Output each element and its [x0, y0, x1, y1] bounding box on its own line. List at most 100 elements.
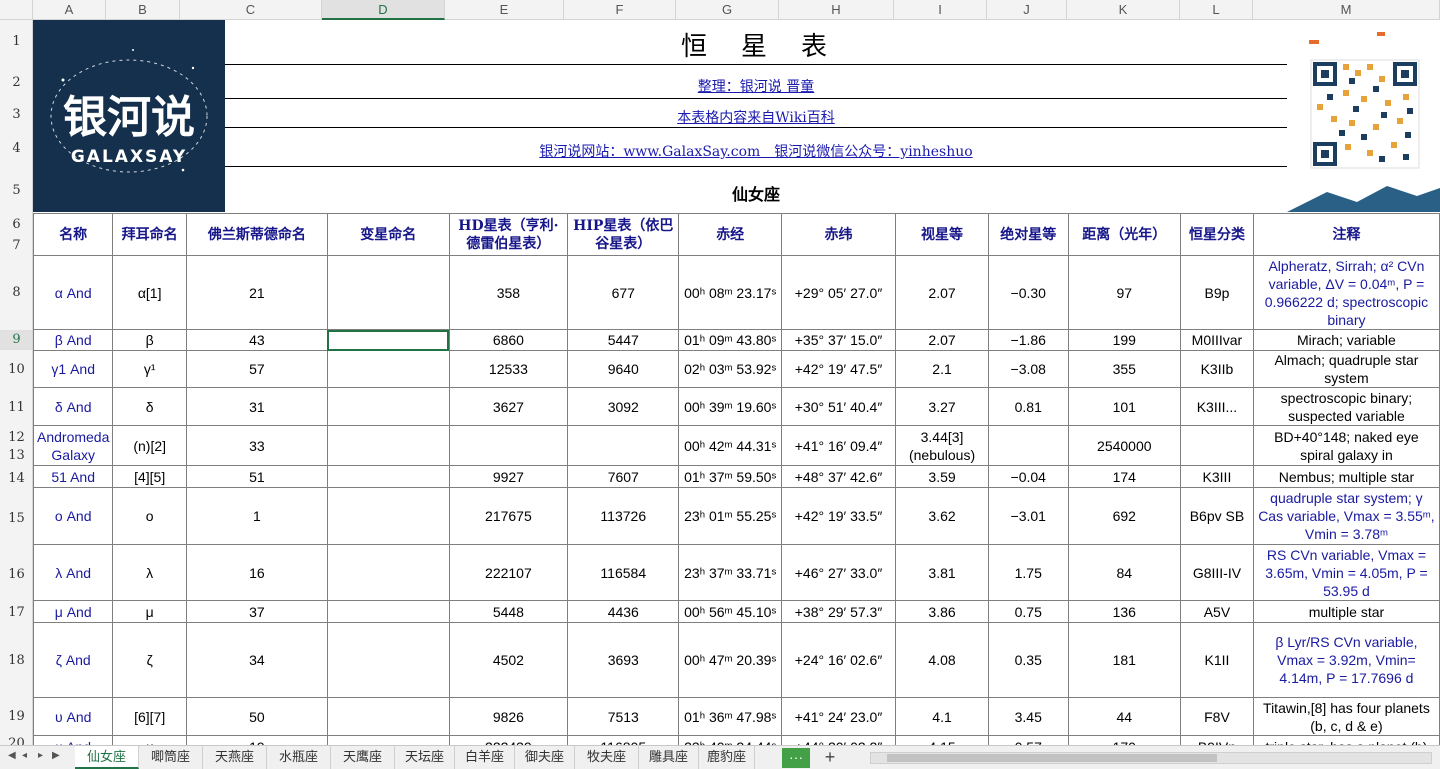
cell-hip[interactable]: 3693 — [567, 622, 680, 698]
row-header-19[interactable]: 19 — [0, 709, 32, 724]
cell-vmag[interactable]: 4.15 — [895, 735, 989, 745]
cell-dec[interactable]: +42° 19′ 33.5″ — [780, 487, 897, 545]
cell-ra[interactable]: 00ʰ 39ᵐ 19.60ˢ — [678, 387, 782, 426]
header-cell-class[interactable]: 恒星分类 — [1180, 213, 1254, 256]
cell-var[interactable] — [326, 387, 450, 426]
cell-dec[interactable]: +38° 29′ 57.3″ — [780, 600, 897, 623]
cell-cls[interactable]: K3III... — [1180, 387, 1254, 426]
cell-ra[interactable]: 01ʰ 37ᵐ 59.50ˢ — [678, 465, 782, 488]
cell-flam[interactable]: 1 — [185, 487, 328, 545]
cell-hip[interactable]: 7513 — [567, 697, 680, 736]
cell-hip[interactable]: 3092 — [567, 387, 680, 426]
row-header-4[interactable]: 4 — [0, 141, 32, 156]
cell-var[interactable] — [326, 622, 450, 698]
sheet-tab[interactable]: 鹿豹座 — [699, 746, 755, 769]
header-cell-vmag[interactable]: 视星等 — [895, 213, 989, 256]
cell-vmag[interactable]: 2.1 — [895, 350, 989, 388]
cell-hd[interactable]: 358 — [448, 255, 569, 330]
cell-hip[interactable]: 7607 — [567, 465, 680, 488]
sheet-tab[interactable]: 天坛座 — [395, 746, 455, 769]
cell-dec[interactable]: +44° 20′ 02.2″ — [780, 735, 897, 745]
sheet-tab[interactable]: 雕具座 — [639, 746, 699, 769]
header-cell-name[interactable]: 名称 — [33, 213, 114, 256]
cell-bayer[interactable]: ο — [112, 487, 187, 545]
cell-hd[interactable]: 222107 — [448, 544, 569, 601]
cell-amag[interactable]: 3.45 — [987, 697, 1069, 736]
cell-var[interactable] — [326, 425, 450, 466]
row-header-9[interactable]: 9 — [0, 330, 32, 350]
website-link[interactable]: 银河说网站：www.GalaxSay.com 银河说微信公众号：yinheshu… — [539, 144, 972, 160]
scrollbar-thumb[interactable] — [887, 754, 1217, 762]
cell-hip[interactable] — [567, 425, 680, 466]
cell-var[interactable] — [326, 697, 450, 736]
cell-ra[interactable]: 00ʰ 56ᵐ 45.10ˢ — [678, 600, 782, 623]
cell-amag[interactable]: 0.81 — [987, 387, 1069, 426]
cell-amag[interactable] — [987, 425, 1069, 466]
cell-bayer[interactable]: α[1] — [112, 255, 187, 330]
cell-bayer[interactable]: β — [112, 329, 187, 351]
cell-var[interactable] — [326, 255, 450, 330]
row-header-17[interactable]: 17 — [0, 605, 32, 620]
cell-ra[interactable]: 00ʰ 08ᵐ 23.17ˢ — [678, 255, 782, 330]
cell-cls[interactable]: B9p — [1180, 255, 1254, 330]
cell-hip[interactable]: 9640 — [567, 350, 680, 388]
col-header-J[interactable]: J — [987, 0, 1067, 20]
cell-note[interactable]: spectroscopic binary; suspected variable — [1252, 387, 1440, 426]
row-header-7[interactable]: 7 — [0, 238, 32, 253]
cell-cls[interactable]: K3IIb — [1180, 350, 1254, 388]
cell-name[interactable]: β And — [33, 329, 114, 351]
cell-ra[interactable]: 01ʰ 09ᵐ 43.80ˢ — [678, 329, 782, 351]
cell-dist[interactable]: 170 — [1067, 735, 1182, 745]
cell-flam[interactable]: 21 — [185, 255, 328, 330]
sheet-grid[interactable]: 银河说 GALAXSAY 恒 星 表 整理：银河说 晋童 本表格内容来自Wiki… — [33, 20, 1440, 745]
cell-hip[interactable]: 116584 — [567, 544, 680, 601]
cell-cls[interactable]: B6pv SB — [1180, 487, 1254, 545]
cell-vmag[interactable]: 3.62 — [895, 487, 989, 545]
row-header-8[interactable]: 8 — [0, 285, 32, 300]
cell-dist[interactable]: 2540000 — [1067, 425, 1182, 466]
header-cell-amag[interactable]: 绝对星等 — [987, 213, 1069, 256]
cell-dist[interactable]: 174 — [1067, 465, 1182, 488]
cell-hd[interactable] — [448, 425, 569, 466]
cell-note[interactable]: Mirach; variable — [1252, 329, 1440, 351]
cell-name[interactable]: ζ And — [33, 622, 114, 698]
next-sheet-icon[interactable]: ▸ — [38, 750, 43, 761]
sheet-tab[interactable]: 白羊座 — [455, 746, 515, 769]
col-header-E[interactable]: E — [445, 0, 564, 20]
row-header-5[interactable]: 5 — [0, 183, 32, 198]
header-cell-hd[interactable]: HD星表（亨利·德雷伯星表） — [448, 213, 569, 256]
cell-hip[interactable]: 4436 — [567, 600, 680, 623]
cell-ra[interactable]: 01ʰ 36ᵐ 47.98ˢ — [678, 697, 782, 736]
col-header-D[interactable]: D — [322, 0, 445, 20]
cell-note[interactable]: β Lyr/RS CVn variable, Vmax = 3.92m, Vmi… — [1252, 622, 1440, 698]
cell-dec[interactable]: +41° 16′ 09.4″ — [780, 425, 897, 466]
row-header-2[interactable]: 2 — [0, 75, 32, 90]
row-header-18[interactable]: 18 — [0, 653, 32, 668]
cell-ra[interactable]: 00ʰ 42ᵐ 44.31ˢ — [678, 425, 782, 466]
cell-flam[interactable]: 33 — [185, 425, 328, 466]
cell-cls[interactable]: G8III-IV — [1180, 544, 1254, 601]
cell-hd[interactable]: 9826 — [448, 697, 569, 736]
cell-name[interactable]: α And — [33, 255, 114, 330]
cell-note[interactable]: RS CVn variable, Vmax = 3.65m, Vmin = 4.… — [1252, 544, 1440, 601]
cell-amag[interactable]: 1.75 — [987, 544, 1069, 601]
cell-dist[interactable]: 199 — [1067, 329, 1182, 351]
cell-hd[interactable]: 9927 — [448, 465, 569, 488]
header-cell-distance[interactable]: 距离（光年） — [1067, 213, 1182, 256]
header-cell-variable[interactable]: 变星命名 — [326, 213, 450, 256]
col-header-A[interactable]: A — [33, 0, 106, 20]
cell-dec[interactable]: +46° 27′ 33.0″ — [780, 544, 897, 601]
col-header-B[interactable]: B — [106, 0, 180, 20]
cell-hd[interactable]: 12533 — [448, 350, 569, 388]
sheet-tab[interactable]: 天燕座 — [203, 746, 267, 769]
row-header-13[interactable]: 13 — [0, 448, 32, 463]
row-header-12[interactable]: 12 — [0, 430, 32, 445]
cell-hd[interactable]: 4502 — [448, 622, 569, 698]
cell-vmag[interactable]: 3.44[3] (nebulous) — [895, 425, 989, 466]
cell-bayer[interactable]: [6][7] — [112, 697, 187, 736]
cell-hip[interactable]: 5447 — [567, 329, 680, 351]
cell-hd[interactable]: 217675 — [448, 487, 569, 545]
cell-cls[interactable]: B9IVn — [1180, 735, 1254, 745]
cell-note[interactable]: Almach; quadruple star system — [1252, 350, 1440, 388]
sheet-tab[interactable]: 仙女座 — [75, 746, 139, 769]
